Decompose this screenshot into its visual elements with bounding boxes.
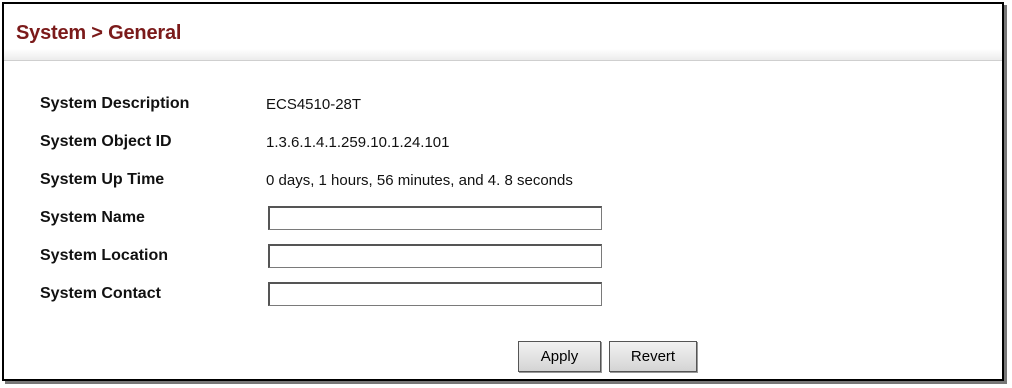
row-system-contact: System Contact (40, 279, 602, 309)
page-title: System > General (16, 22, 182, 44)
value-system-up-time: 0 days, 1 hours, 56 minutes, and 4. 8 se… (266, 171, 573, 189)
system-general-panel: System > General System Description ECS4… (2, 2, 1004, 381)
system-contact-input[interactable] (268, 282, 602, 306)
label-system-contact: System Contact (40, 285, 161, 302)
label-system-up-time: System Up Time (40, 171, 165, 188)
action-buttons: Apply Revert (518, 341, 697, 372)
row-system-location: System Location (40, 241, 602, 271)
revert-button[interactable]: Revert (609, 341, 697, 372)
apply-button[interactable]: Apply (518, 341, 601, 372)
label-system-location: System Location (40, 247, 169, 264)
value-system-description: ECS4510-28T (266, 95, 362, 113)
label-system-name: System Name (40, 209, 145, 226)
row-system-description: System Description ECS4510-28T (40, 89, 361, 119)
value-system-object-id: 1.3.6.1.4.1.259.10.1.24.101 (266, 133, 450, 151)
system-name-input[interactable] (268, 206, 602, 230)
label-system-object-id: System Object ID (40, 133, 172, 150)
panel-header: System > General (4, 4, 1002, 61)
label-system-description: System Description (40, 95, 190, 112)
row-system-object-id: System Object ID 1.3.6.1.4.1.259.10.1.24… (40, 127, 450, 157)
system-location-input[interactable] (268, 244, 602, 268)
row-system-name: System Name (40, 203, 602, 233)
row-system-up-time: System Up Time 0 days, 1 hours, 56 minut… (40, 165, 573, 195)
